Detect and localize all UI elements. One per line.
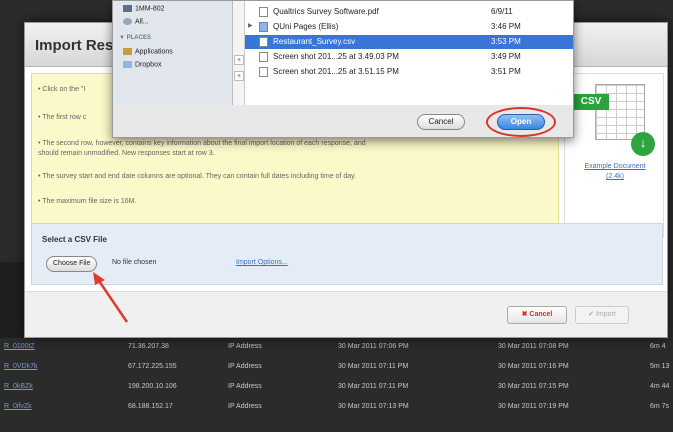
disclosure-triangle-icon[interactable]: ▶ <box>248 22 253 29</box>
file-date: 3:51 PM <box>491 67 521 76</box>
background-panel <box>0 262 24 338</box>
import-options-link[interactable]: Import Options... <box>236 259 288 266</box>
start-date-cell: 30 Mar 2011 07:06 PM <box>338 343 409 350</box>
image-file-icon <box>259 52 268 62</box>
file-row[interactable]: Qualtrics Survey Software.pdf 6/9/11 <box>245 5 573 19</box>
file-name: Qualtrics Survey Software.pdf <box>273 7 379 16</box>
csv-badge: CSV <box>573 94 609 110</box>
sidebar-item-label: All... <box>135 18 149 26</box>
file-row[interactable]: Screen shot 201...25 at 3.51.15 PM 3:51 … <box>245 65 573 79</box>
instruction-line: • The maximum file size is 16M. <box>38 198 137 205</box>
scroll-down-icon[interactable]: + <box>234 71 244 81</box>
annotation-circle <box>486 107 556 137</box>
document-icon <box>259 7 268 17</box>
file-row-selected[interactable]: Restaurant_Survey.csv 3:53 PM <box>245 35 573 49</box>
response-id-link[interactable]: R_0100tZ <box>4 343 35 350</box>
instruction-line: • Click on the "I <box>38 86 86 93</box>
end-date-cell: 30 Mar 2011 07:15 PM <box>498 383 569 390</box>
no-file-chosen-text: No file chosen <box>112 259 157 266</box>
column-scrollbar[interactable]: + + <box>233 1 245 105</box>
duration-cell: 5m 13 <box>650 363 670 370</box>
example-document-label: Example Document <box>584 163 646 170</box>
sidebar-item-network[interactable]: All... <box>123 18 149 25</box>
file-name: Screen shot 201...25 at 3.51.15 PM <box>273 67 399 76</box>
scroll-up-icon[interactable]: + <box>234 55 244 65</box>
dialog-title: Import Res <box>35 37 114 54</box>
ip-cell: 68.188.152.17 <box>128 403 173 410</box>
table-row: R_0kBZk 198.200.10.106 IP Address 30 Mar… <box>0 378 673 396</box>
response-id-link[interactable]: R_0VDk7k <box>4 363 37 370</box>
source-cell: IP Address <box>228 343 262 350</box>
download-icon[interactable]: ↓ <box>631 132 655 156</box>
example-document-box: CSV ↓ Example Document (2.4k) <box>564 73 664 238</box>
spreadsheet-icon <box>595 84 645 140</box>
file-date: 3:53 PM <box>491 37 521 46</box>
sidebar-item-dropbox[interactable]: Dropbox <box>123 61 161 68</box>
sidebar-item-label: Dropbox <box>135 61 162 69</box>
end-date-cell: 30 Mar 2011 07:08 PM <box>498 343 569 350</box>
file-row[interactable]: Screen shot 201...25 at 3.49.03 PM 3:49 … <box>245 50 573 64</box>
folder-icon <box>123 61 132 68</box>
response-id-link[interactable]: R_0kBZk <box>4 383 33 390</box>
response-id-link[interactable]: R_0ifvZk <box>4 403 32 410</box>
table-row: R_0100tZ 71.36.207.38 IP Address 30 Mar … <box>0 338 673 356</box>
file-date: 6/9/11 <box>491 7 513 16</box>
example-document-size: (2.4k) <box>606 173 624 180</box>
folder-icon <box>259 22 268 32</box>
annotation-arrow <box>93 272 129 323</box>
end-date-cell: 30 Mar 2011 07:16 PM <box>498 363 569 370</box>
file-open-sheet: 1MM-802 All... ▼ PLACES Applications Dro… <box>112 0 574 138</box>
file-name: Screen shot 201...25 at 3.49.03 PM <box>273 52 399 61</box>
places-header[interactable]: ▼ PLACES <box>119 35 151 41</box>
file-row[interactable]: ▶ QUni Pages (Ellis) 3:46 PM <box>245 20 573 34</box>
file-list: Qualtrics Survey Software.pdf 6/9/11 ▶ Q… <box>245 1 573 105</box>
duration-cell: 6m 7s <box>650 403 670 410</box>
ip-cell: 71.36.207.38 <box>128 343 169 350</box>
sidebar-item-label: Applications <box>135 48 173 56</box>
start-date-cell: 30 Mar 2011 07:11 PM <box>338 383 409 390</box>
computer-icon <box>123 5 132 12</box>
source-cell: IP Address <box>228 383 262 390</box>
start-date-cell: 30 Mar 2011 07:13 PM <box>338 403 409 410</box>
start-date-cell: 30 Mar 2011 07:11 PM <box>338 363 409 370</box>
sidebar-item-applications[interactable]: Applications <box>123 48 173 55</box>
instruction-line: • The first row c <box>38 114 87 121</box>
end-date-cell: 30 Mar 2011 07:19 PM <box>498 403 569 410</box>
instruction-line: • The survey start and end date columns … <box>38 173 357 180</box>
image-file-icon <box>259 67 268 77</box>
file-date: 3:49 PM <box>491 52 521 61</box>
duration-cell: 6m 4 <box>650 343 666 350</box>
source-cell: IP Address <box>228 403 262 410</box>
file-name: Restaurant_Survey.csv <box>273 37 356 46</box>
import-button[interactable]: ✔ Import <box>575 306 629 324</box>
sidebar-item-computer[interactable]: 1MM-802 <box>123 5 165 12</box>
document-icon <box>259 37 268 47</box>
picker-sidebar: 1MM-802 All... ▼ PLACES Applications Dro… <box>113 1 233 105</box>
sidebar-item-label: 1MM-802 <box>135 5 165 13</box>
ip-cell: 198.200.10.106 <box>128 383 177 390</box>
applications-icon <box>123 48 132 55</box>
duration-cell: 4m 44 <box>650 383 670 390</box>
instruction-line: should remain unmodified. New responses … <box>38 150 215 157</box>
source-cell: IP Address <box>228 363 262 370</box>
picker-cancel-button[interactable]: Cancel <box>417 114 465 130</box>
select-file-heading: Select a CSV File <box>42 235 107 244</box>
table-row: R_0ifvZk 68.188.152.17 IP Address 30 Mar… <box>0 398 673 416</box>
table-row: R_0VDk7k 67.172.225.155 IP Address 30 Ma… <box>0 358 673 376</box>
instruction-line: • The second row, however, contains key … <box>38 140 366 147</box>
example-document-link[interactable]: Example Document (2.4k) <box>565 162 665 182</box>
file-name: QUni Pages (Ellis) <box>273 22 339 31</box>
file-date: 3:46 PM <box>491 22 521 31</box>
ip-cell: 67.172.225.155 <box>128 363 177 370</box>
network-icon <box>123 18 132 25</box>
cancel-button[interactable]: ✖ Cancel <box>507 306 567 324</box>
